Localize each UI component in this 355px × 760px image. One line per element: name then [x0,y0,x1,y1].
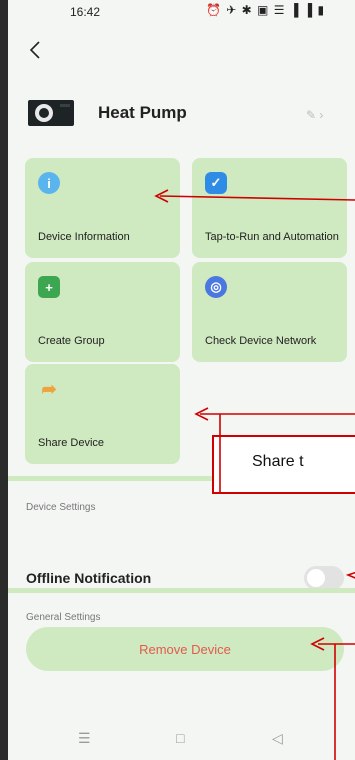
tile-create-group[interactable]: + Create Group [25,262,180,362]
remove-device-button[interactable]: Remove Device [26,627,344,671]
offline-notification-toggle[interactable] [304,566,344,590]
tile-label: Create Group [38,335,105,347]
system-nav-bar: ☰ □ ◁ [8,720,355,760]
section-divider [8,588,355,593]
home-icon[interactable]: □ [176,730,184,746]
network-icon: ◎ [205,276,227,298]
toggle-knob [307,569,325,587]
tile-label: Check Device Network [205,335,317,347]
annotation-callout: Share t [212,435,355,494]
page-title: Heat Pump [98,103,187,122]
edit-name-button[interactable]: ✎ › [306,108,346,124]
status-bar: 16:42 ⏰ ✈ ✱ ▣ ☰ ▐ ▐ ▮ [8,0,355,26]
tile-check-network[interactable]: ◎ Check Device Network [192,262,347,362]
annotation-text: Share t [252,453,304,470]
device-settings-heading: Device Settings [26,502,96,513]
general-settings-heading: General Settings [26,612,101,623]
tile-label: Tap-to-Run and Automation [205,231,339,243]
heat-pump-device-icon [28,100,74,126]
info-icon: i [38,172,60,194]
share-arrow-icon: ➦ [41,378,57,399]
add-group-icon: + [38,276,60,298]
tile-device-information[interactable]: i Device Information [25,158,180,258]
status-time: 16:42 [70,5,101,19]
chevron-right-icon: › [319,108,324,122]
tile-label: Device Information [38,231,130,243]
offline-notification-label: Offline Notification [26,570,152,586]
tile-tap-to-run[interactable]: ✓ Tap-to-Run and Automation [192,158,347,258]
back-triangle-icon[interactable]: ◁ [272,730,283,747]
checkmark-icon: ✓ [205,172,227,194]
tile-label: Share Device [38,437,105,449]
status-icons: ⏰ ✈ ✱ ▣ ☰ ▐ ▐ ▮ [206,3,326,17]
pencil-icon: ✎ [306,108,317,122]
menu-icon[interactable]: ☰ [78,730,91,747]
tile-share-device[interactable]: ➦ Share Device [25,364,180,464]
app-screen: 16:42 ⏰ ✈ ✱ ▣ ☰ ▐ ▐ ▮ Heat Pump ✎ › i De… [8,0,355,760]
back-arrow-icon[interactable] [24,38,48,62]
